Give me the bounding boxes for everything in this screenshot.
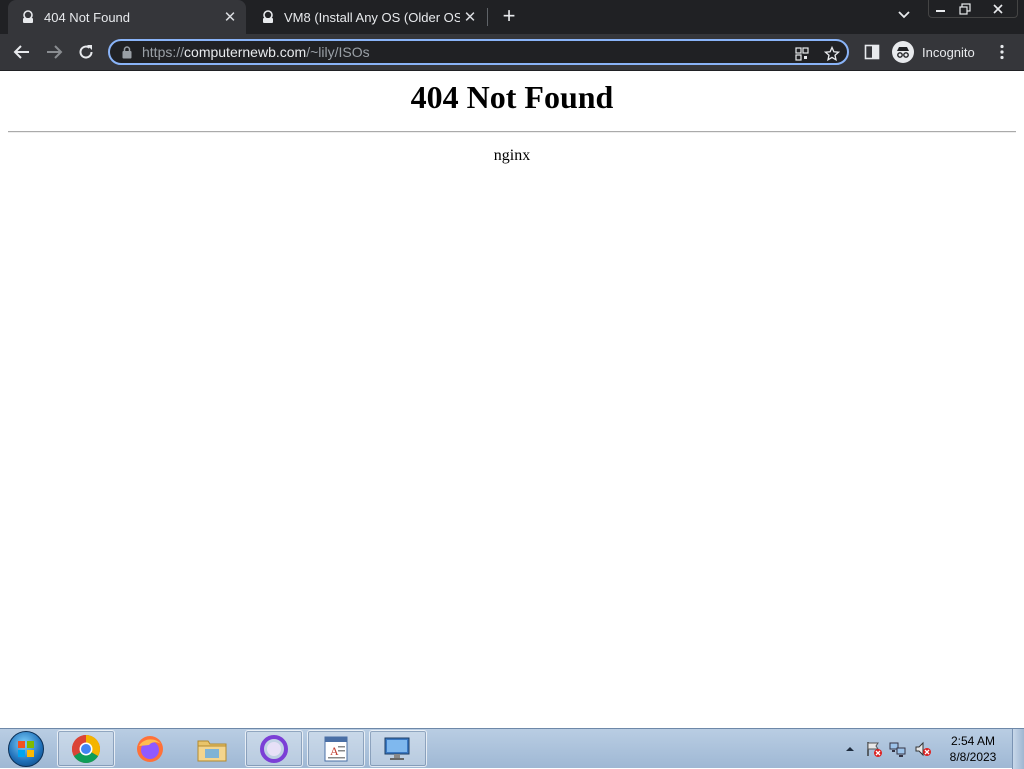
show-hidden-icon	[846, 747, 854, 751]
taskbar-firefox-button[interactable]	[121, 730, 179, 767]
incognito-label: Incognito	[922, 44, 975, 60]
taskbar-explorer-button[interactable]	[183, 730, 241, 767]
windows-logo-icon	[8, 731, 44, 767]
taskbar: A 2:54 AM 8/8/2023	[0, 728, 1024, 769]
side-panel-button[interactable]	[860, 40, 884, 64]
browser-menu-button[interactable]	[990, 40, 1014, 64]
taskbar-remote-desktop-button[interactable]	[369, 730, 427, 767]
chrome-icon	[72, 734, 100, 763]
network-icon	[889, 742, 906, 757]
side-panel-icon	[864, 44, 880, 60]
divider	[8, 131, 1016, 133]
url-host: computernewb.com	[184, 44, 307, 60]
tray-volume[interactable]	[912, 729, 934, 769]
remote-desktop-icon	[384, 737, 410, 760]
clock-time: 2:54 AM	[950, 734, 996, 748]
taskbar-chrome-button[interactable]	[57, 730, 115, 767]
bookmark-star-icon[interactable]	[824, 46, 840, 62]
show-hidden-icons-button[interactable]	[842, 729, 858, 769]
minimize-button[interactable]	[928, 0, 954, 18]
close-tab-icon[interactable]: ✕	[220, 7, 240, 27]
close-tab-icon[interactable]: ✕	[460, 7, 480, 27]
tab-title: VM8 (Install Any OS (Older OSes))	[284, 9, 460, 25]
kebab-menu-icon	[1000, 44, 1004, 60]
volume-muted-icon	[915, 741, 931, 757]
site-favicon-icon	[260, 9, 276, 25]
firefox-icon	[137, 735, 163, 762]
action-center-flag-icon	[867, 742, 882, 757]
file-explorer-icon	[197, 740, 227, 761]
tab-vm8[interactable]: VM8 (Install Any OS (Older OSes)) ✕	[250, 0, 486, 34]
server-signature: nginx	[493, 147, 531, 164]
svg-text:A: A	[330, 744, 339, 758]
site-favicon-icon	[20, 9, 36, 25]
app-circle-icon	[260, 734, 288, 763]
reload-button[interactable]	[74, 40, 98, 64]
url-text[interactable]: https://computernewb.com/~lily/ISOs	[142, 44, 370, 60]
tray-action-center[interactable]	[864, 729, 884, 769]
page-content: 404 Not Found nginx	[0, 71, 1024, 728]
wordpad-icon: A	[324, 736, 348, 761]
new-tab-button[interactable]: +	[497, 5, 521, 29]
page-heading: 404 Not Found	[410, 79, 614, 115]
start-button[interactable]	[6, 731, 46, 767]
tab-404[interactable]: 404 Not Found ✕	[8, 0, 246, 34]
lock-icon[interactable]	[120, 45, 134, 59]
clock-date: 8/8/2023	[949, 750, 997, 764]
forward-arrow-icon	[47, 45, 63, 59]
tab-search-chevron-icon[interactable]	[894, 8, 914, 26]
qr-code-icon[interactable]	[794, 46, 810, 62]
tab-strip: 404 Not Found ✕ VM8 (Install Any OS (Old…	[0, 0, 1024, 34]
tab-title: 404 Not Found	[44, 9, 131, 25]
forward-button[interactable]	[42, 40, 66, 64]
reload-icon	[79, 45, 93, 59]
tab-separator	[487, 8, 488, 26]
close-window-button[interactable]	[978, 0, 1018, 18]
taskbar-clock[interactable]: 2:54 AM 8/8/2023	[940, 733, 1006, 765]
url-path: /~lily/ISOs	[306, 44, 370, 60]
incognito-profile-button[interactable]: Incognito	[892, 40, 975, 64]
address-bar[interactable]: https://computernewb.com/~lily/ISOs	[108, 39, 849, 65]
back-arrow-icon	[13, 45, 29, 59]
url-scheme: https://	[142, 44, 185, 60]
tray-network[interactable]	[888, 729, 908, 769]
incognito-icon	[892, 41, 914, 63]
show-desktop-button[interactable]	[1012, 729, 1024, 769]
restore-button[interactable]	[952, 0, 978, 18]
back-button[interactable]	[10, 40, 34, 64]
taskbar-wordpad-button[interactable]: A	[307, 730, 365, 767]
taskbar-app-circle-button[interactable]	[245, 730, 303, 767]
